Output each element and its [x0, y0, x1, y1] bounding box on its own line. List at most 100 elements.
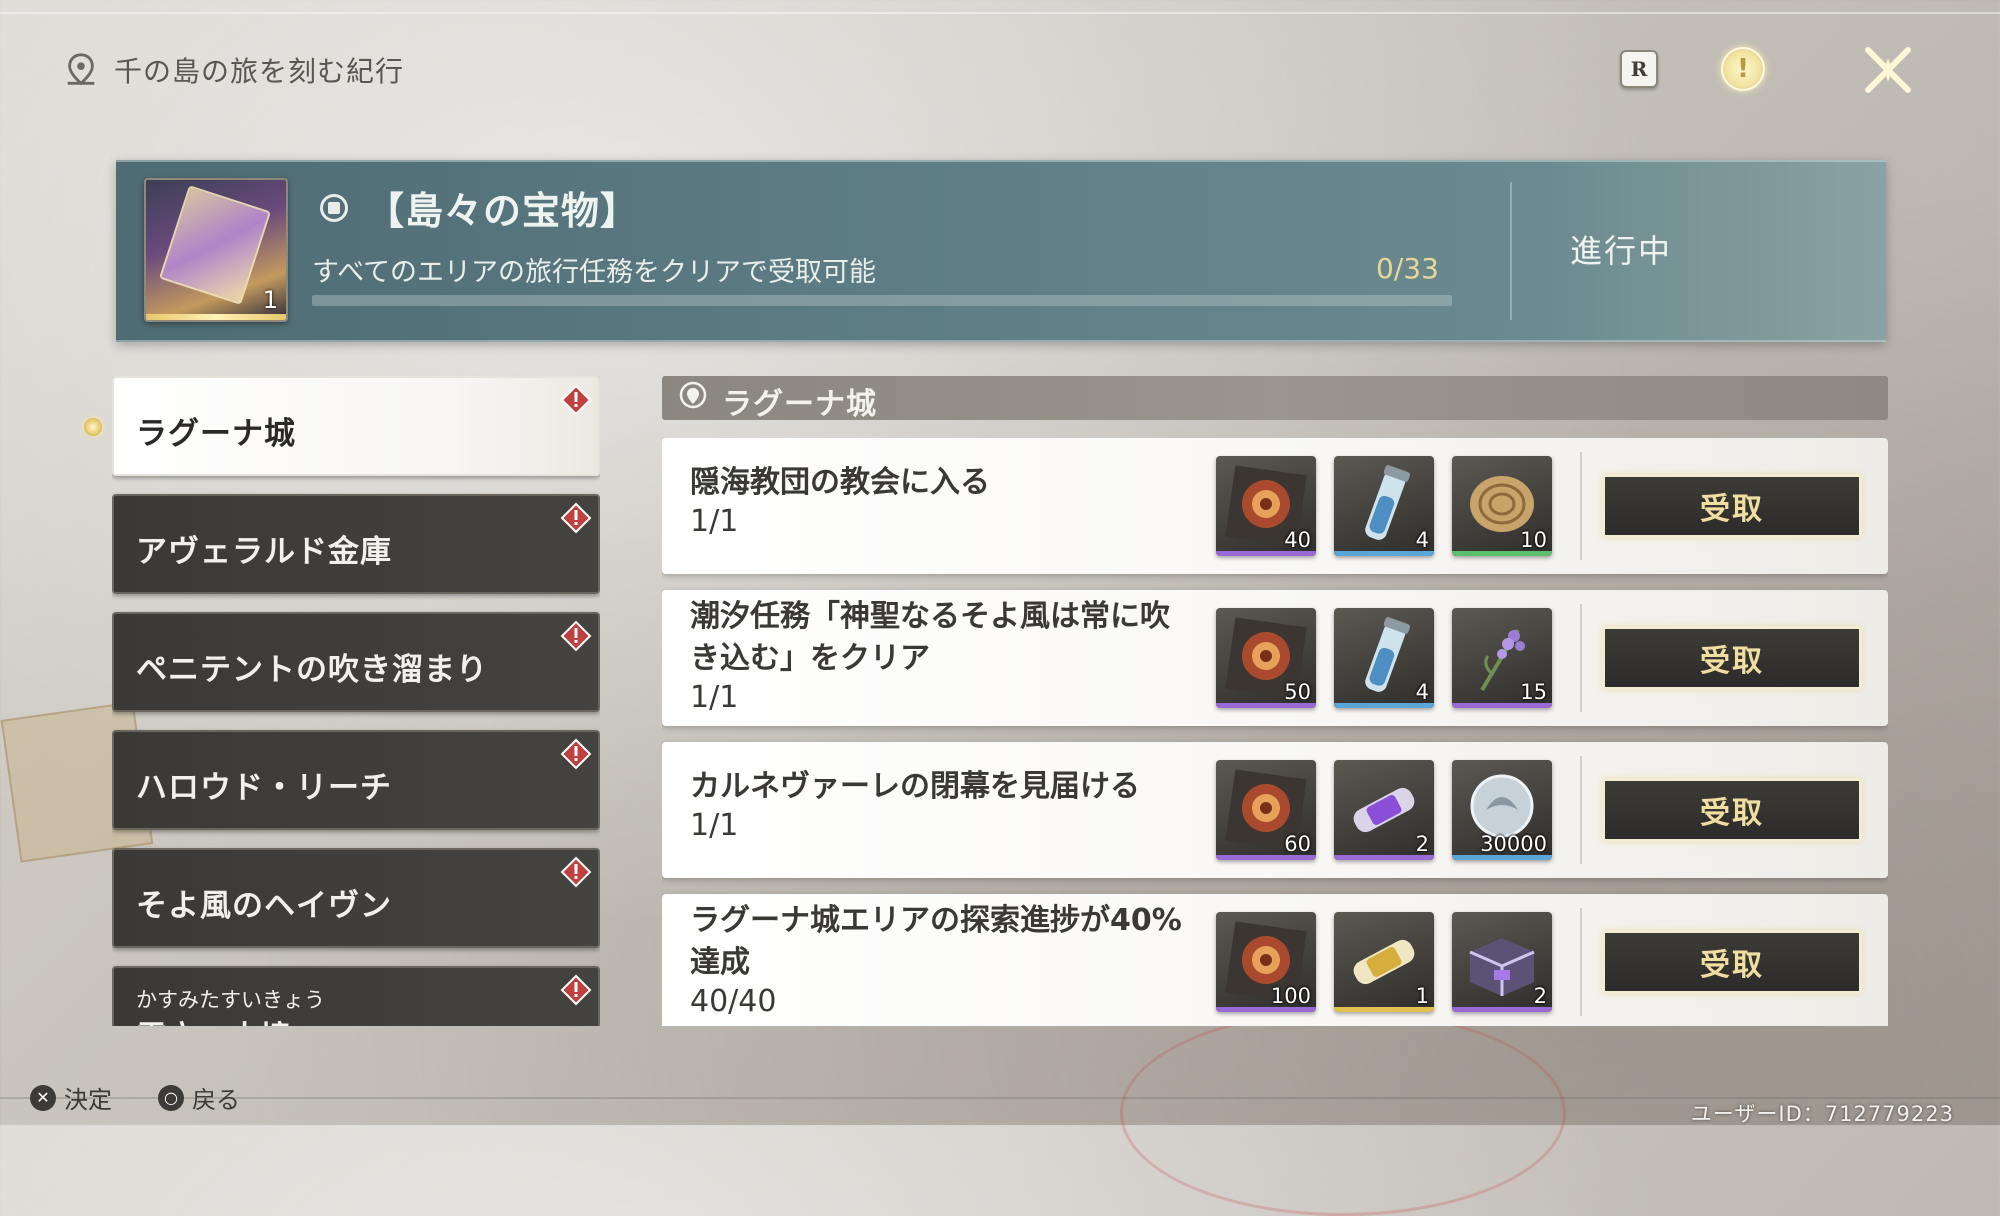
map-pin-icon [679, 381, 707, 409]
reward-item[interactable]: 2 [1334, 760, 1434, 860]
cross-button-icon: ✕ [30, 1084, 56, 1111]
back-hint[interactable]: ○ 戻る [158, 1080, 240, 1115]
close-button[interactable] [1856, 38, 1920, 102]
area-item-averald-vault[interactable]: アヴェラルド金庫 [112, 494, 600, 594]
reward-count: 40 [1284, 528, 1311, 552]
claim-button[interactable]: 受取 [1602, 626, 1862, 690]
task-name: カルネヴァーレの閉幕を見届ける [690, 766, 1140, 808]
task-progress: 40/40 [690, 984, 777, 1019]
reward-item[interactable]: 60 [1216, 760, 1316, 860]
section-title: ラグーナ城 [722, 387, 877, 422]
banner-description: すべてのエリアの旅行任務をクリアで受取可能 [312, 257, 877, 288]
task-row: 隠海教団の教会に入る 1/1 40 4 10 受取 [662, 438, 1888, 574]
banner-divider [1510, 182, 1512, 320]
row-divider [1580, 756, 1582, 864]
alert-diamond-icon [560, 738, 592, 770]
area-item-label: ハロウド・リーチ [136, 770, 392, 806]
back-label: 戻る [192, 1086, 240, 1114]
confirm-hint[interactable]: ✕ 決定 [30, 1080, 112, 1115]
alert-diamond-icon [560, 856, 592, 888]
reward-count: 50 [1284, 680, 1311, 704]
reward-count: 60 [1284, 832, 1311, 856]
area-item-label: ペニテントの吹き溜まり [136, 652, 488, 688]
area-item-misty-waters[interactable]: かすみたすいきょう 霞立つ水境 [112, 966, 600, 1026]
task-name-line: 隠海教団の教会に入る [690, 465, 990, 500]
reward-item[interactable]: 15 [1452, 608, 1552, 708]
banner-reward-item[interactable]: 1 [144, 178, 288, 322]
row-divider [1580, 452, 1582, 560]
banner-progress-text: 0/33 [1376, 252, 1439, 285]
reward-item[interactable]: 50 [1216, 608, 1316, 708]
claim-button[interactable]: 受取 [1602, 778, 1862, 842]
task-name: 潮汐任務「神聖なるそよ風は常に吹 き込む」をクリア [690, 596, 1170, 680]
banner-status: 進行中 [1570, 232, 1673, 270]
selected-indicator [84, 418, 102, 436]
section-header: ラグーナ城 [662, 376, 1888, 422]
task-name-line: カルネヴァーレの閉幕を見届ける [690, 769, 1140, 804]
banner-title: 【島々の宝物】 [366, 189, 640, 233]
alert-diamond-icon [560, 620, 592, 652]
reward-count: 1 [1415, 984, 1429, 1008]
task-name-line: ラグーナ城エリアの探索進捗が40% [690, 903, 1182, 938]
task-name-line: 潮汐任務「神聖なるそよ風は常に吹 [690, 599, 1170, 634]
task-progress: 1/1 [690, 808, 739, 843]
task-name: 隠海教団の教会に入る [690, 462, 990, 504]
page-header: 千の島の旅を刻む紀行 [62, 50, 404, 90]
reward-item[interactable]: 100 [1216, 912, 1316, 1012]
r-button[interactable]: R [1614, 44, 1664, 94]
area-list: ラグーナ城 アヴェラルド金庫 ペニテントの吹き溜まり ハロウド・リーチ そよ風の… [112, 376, 600, 1026]
task-row: カルネヴァーレの閉幕を見届ける 1/1 60 2 30000 受取 [662, 742, 1888, 878]
area-item-hallowed-reach[interactable]: ハロウド・リーチ [112, 730, 600, 830]
reward-count: 30000 [1480, 832, 1547, 856]
alert-diamond-icon [560, 502, 592, 534]
reward-item[interactable]: 10 [1452, 456, 1552, 556]
reward-item[interactable]: 30000 [1452, 760, 1552, 860]
rarity-stripe [146, 314, 286, 320]
row-divider [1580, 908, 1582, 1016]
alert-diamond-icon [560, 384, 592, 416]
task-name-line: 達成 [690, 945, 750, 980]
claim-button[interactable]: 受取 [1602, 474, 1862, 538]
claim-button[interactable]: 受取 [1602, 930, 1862, 994]
area-item-penitent[interactable]: ペニテントの吹き溜まり [112, 612, 600, 712]
task-row: 潮汐任務「神聖なるそよ風は常に吹 き込む」をクリア 1/1 50 4 15 受取 [662, 590, 1888, 726]
reward-count: 15 [1520, 680, 1547, 704]
exclamation-icon: ! [1721, 47, 1765, 91]
area-item-breeze-haven[interactable]: そよ風のヘイヴン [112, 848, 600, 948]
row-divider [1580, 604, 1582, 712]
task-list: 隠海教団の教会に入る 1/1 40 4 10 受取 潮汐任務「神聖なるそよ風は常… [662, 438, 1888, 1026]
close-icon [1865, 47, 1911, 93]
area-item-furigana: かすみたすいきょう [136, 988, 325, 1012]
task-row: ラグーナ城エリアの探索進捗が40% 達成 40/40 100 1 2 受取 [662, 894, 1888, 1026]
reward-item[interactable]: 4 [1334, 456, 1434, 556]
r-button-icon: R [1620, 50, 1658, 88]
banner-progress-bar [312, 295, 1452, 306]
circle-button-icon: ○ [158, 1084, 184, 1111]
alert-diamond-icon [560, 974, 592, 1006]
task-progress: 1/1 [690, 504, 739, 539]
task-name-line: き込む」をクリア [690, 641, 930, 676]
stamp-ring-decoration [1120, 1010, 1566, 1216]
area-item-label: そよ風のヘイヴン [136, 888, 392, 924]
reward-count: 4 [1415, 528, 1429, 552]
area-item-laguna-castle[interactable]: ラグーナ城 [112, 376, 600, 476]
page-title: 千の島の旅を刻む紀行 [114, 55, 405, 88]
area-item-label: ラグーナ城 [136, 416, 296, 452]
top-frame-line [0, 12, 2000, 14]
user-id: ユーザーID：712779223 [1690, 1102, 1954, 1126]
area-item-label: アヴェラルド金庫 [136, 534, 392, 570]
info-button[interactable]: ! [1718, 44, 1768, 94]
task-progress: 1/1 [690, 680, 739, 715]
task-name: ラグーナ城エリアの探索進捗が40% 達成 [690, 900, 1182, 984]
area-item-label: 霞立つ水境 [136, 1012, 291, 1026]
reward-item[interactable]: 1 [1334, 912, 1434, 1012]
reward-count: 10 [1520, 528, 1547, 552]
button-hints: ✕ 決定 ○ 戻る [30, 1080, 274, 1115]
reward-item[interactable]: 4 [1334, 608, 1434, 708]
reward-item[interactable]: 2 [1452, 912, 1552, 1012]
reward-item[interactable]: 40 [1216, 456, 1316, 556]
status-check-icon [320, 194, 348, 222]
reward-count: 2 [1415, 832, 1429, 856]
reward-count: 2 [1533, 984, 1547, 1008]
reward-count: 4 [1415, 680, 1429, 704]
